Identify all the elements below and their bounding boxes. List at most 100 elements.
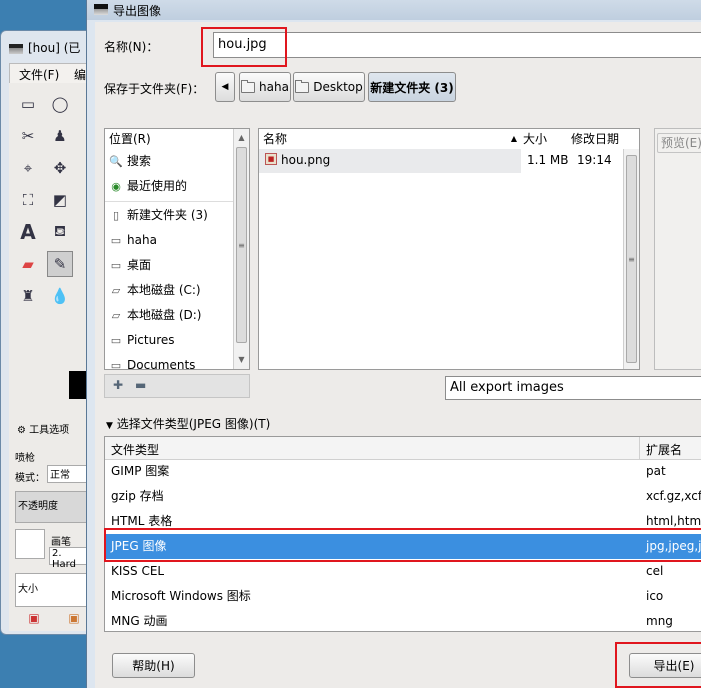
remove-bookmark-icon[interactable]: ▬ bbox=[135, 378, 146, 392]
bucket-fill-icon[interactable]: ⛾ bbox=[49, 221, 71, 243]
move-icon[interactable]: ✥ bbox=[49, 157, 71, 179]
folder-icon: ▭ bbox=[110, 334, 122, 347]
save-in-label: 保存于文件夹(F)： bbox=[104, 82, 205, 96]
files-column-name[interactable]: 名称 ▲ bbox=[259, 129, 523, 149]
place-drive-d[interactable]: ▱ 本地磁盘 (D:) bbox=[105, 303, 233, 327]
folder-icon bbox=[241, 79, 256, 93]
drive-icon: ▱ bbox=[111, 309, 121, 322]
filename-highlight bbox=[201, 27, 287, 67]
folder-icon: ▭ bbox=[110, 359, 122, 370]
scroll-up-icon[interactable]: ▲ bbox=[234, 133, 249, 142]
file-type-row[interactable]: KISS CEL cel bbox=[105, 559, 701, 584]
export-highlight bbox=[615, 642, 701, 688]
opacity-slider[interactable]: 不透明度 bbox=[15, 491, 89, 523]
rect-select-icon[interactable]: ▭ bbox=[17, 93, 39, 115]
text-tool-icon[interactable]: A bbox=[17, 220, 39, 244]
name-label: 名称(N)： bbox=[104, 40, 159, 54]
files-scrollbar[interactable]: ≡ bbox=[623, 149, 639, 369]
place-current-folder[interactable]: ▯ 新建文件夹 (3) bbox=[105, 203, 233, 227]
folder-icon bbox=[295, 79, 310, 93]
place-pictures[interactable]: ▭ Pictures bbox=[105, 328, 233, 352]
types-column-type[interactable]: 文件类型 bbox=[111, 441, 159, 458]
folder-icon: ▭ bbox=[110, 234, 122, 247]
place-haha[interactable]: ▭ haha bbox=[105, 228, 233, 252]
places-toolbar: ✚ ▬ bbox=[104, 374, 250, 398]
scissors-icon[interactable]: ✂ bbox=[17, 125, 39, 147]
tool-options-icon: ⚙ bbox=[17, 425, 26, 436]
tool-name: 喷枪 bbox=[15, 453, 35, 464]
size-slider[interactable]: 大小 bbox=[15, 573, 89, 607]
blur-icon[interactable]: 💧 bbox=[49, 285, 71, 307]
tool-options-tab[interactable]: ⚙ 工具选项 bbox=[17, 421, 69, 436]
places-scrollbar[interactable]: ▲ ≡ ▼ bbox=[233, 129, 249, 369]
file-name: hou.png bbox=[281, 153, 331, 167]
sort-asc-icon: ▲ bbox=[510, 134, 517, 143]
scroll-down-icon[interactable]: ▼ bbox=[234, 355, 249, 364]
add-bookmark-icon[interactable]: ✚ bbox=[113, 378, 123, 392]
gimp-menubar: 文件(F) 编 bbox=[9, 63, 91, 85]
menu-file[interactable]: 文件(F) bbox=[19, 66, 59, 83]
drive-icon: ▱ bbox=[111, 284, 121, 297]
rotate-icon[interactable]: ◩ bbox=[49, 189, 71, 211]
export-image-dialog: 导出图像 名称(N)： hou.jpg 保存于文件夹(F)： ◀ haha De… bbox=[86, 0, 701, 688]
dialog-title: 导出图像 bbox=[113, 4, 162, 18]
file-type-expander[interactable]: ▼ 选择文件类型(JPEG 图像)(T) bbox=[106, 415, 270, 432]
airbrush-icon[interactable]: ✎ bbox=[47, 251, 73, 277]
jpeg-row-highlight bbox=[104, 528, 701, 562]
gimp-main-window: [hou] (已 文件(F) 编 ▭ ◯ ✂ ♟ ⌖ ✥ ⛶ ◩ A ⛾ ▰ ✎… bbox=[0, 30, 96, 635]
file-size: 1.1 MB bbox=[527, 153, 569, 167]
preview-pane: 预览(E) bbox=[654, 128, 701, 370]
file-type-row[interactable]: MNG 动画 mng bbox=[105, 609, 701, 631]
eraser-icon[interactable]: ▰ bbox=[17, 253, 39, 275]
path-button-desktop[interactable]: Desktop bbox=[293, 72, 365, 102]
places-scroll-thumb[interactable]: ≡ bbox=[236, 147, 247, 343]
files-column-size[interactable]: 大小 bbox=[523, 129, 547, 149]
brush-label: 画笔 bbox=[51, 537, 71, 548]
help-button[interactable]: 帮助(H) bbox=[112, 653, 195, 678]
path-button-haha[interactable]: haha bbox=[239, 72, 291, 102]
mode-label: 模式： bbox=[15, 473, 45, 484]
brush-preview[interactable] bbox=[15, 529, 45, 559]
place-search[interactable]: 🔍 搜索 bbox=[105, 149, 233, 173]
crop-icon[interactable]: ⛶ bbox=[17, 189, 39, 211]
file-type-row[interactable]: gzip 存档xcf.gz,xcfgz bbox=[105, 484, 701, 509]
file-filter-select[interactable]: All export images bbox=[445, 376, 701, 400]
place-desktop[interactable]: ▭ 桌面 bbox=[105, 253, 233, 277]
foreground-select-icon[interactable]: ♟ bbox=[49, 125, 71, 147]
preview-toggle[interactable]: 预览(E) bbox=[657, 133, 701, 153]
expander-icon: ▼ bbox=[106, 421, 113, 431]
dialog-titlebar: 导出图像 bbox=[87, 0, 701, 20]
files-scroll-thumb[interactable]: ≡ bbox=[626, 155, 637, 363]
file-row[interactable]: ■ hou.png bbox=[259, 149, 521, 173]
path-back-button[interactable]: ◀ bbox=[215, 72, 235, 102]
brush-select[interactable]: 2. Hard bbox=[49, 547, 89, 570]
place-drive-c[interactable]: ▱ 本地磁盘 (C:) bbox=[105, 278, 233, 302]
file-modified: 19:14 bbox=[577, 153, 612, 167]
restore-options-icon[interactable]: ▣ bbox=[63, 607, 85, 629]
dialog-body: 名称(N)： hou.jpg 保存于文件夹(F)： ◀ haha Desktop… bbox=[95, 22, 701, 688]
clone-icon[interactable]: ♜ bbox=[17, 285, 39, 307]
image-file-icon: ■ bbox=[265, 153, 277, 165]
menu-edit[interactable]: 编 bbox=[74, 66, 86, 83]
path-button-current[interactable]: 新建文件夹 (3) bbox=[368, 72, 456, 102]
file-type-row[interactable]: Microsoft Windows 图标 ico bbox=[105, 584, 701, 609]
search-icon: 🔍 bbox=[109, 155, 123, 168]
ellipse-select-icon[interactable]: ◯ bbox=[49, 93, 71, 115]
places-panel: 位置(R) 🔍 搜索 ◉ 最近使用的 ▯ 新建文件夹 (3) ▭ haha ▭ 桌面 ▱ 本… bbox=[104, 128, 250, 370]
document-icon: ▯ bbox=[112, 209, 120, 222]
places-header[interactable]: 位置(R) bbox=[109, 129, 151, 149]
file-type-header: 文件类型 扩展名 bbox=[105, 437, 701, 460]
file-type-row[interactable]: GIMP 图案 pat bbox=[105, 459, 701, 484]
recent-icon: ◉ bbox=[111, 180, 121, 193]
place-recent[interactable]: ◉ 最近使用的 bbox=[105, 174, 233, 198]
place-documents[interactable]: ▭ Documents bbox=[105, 353, 233, 370]
files-column-modified[interactable]: 修改日期 bbox=[571, 129, 619, 149]
dialog-title-icon bbox=[94, 4, 108, 15]
gimp-toolbox: ▭ ◯ ✂ ♟ ⌖ ✥ ⛶ ◩ A ⛾ ▰ ✎ ♜ 💧 ⚙ 工具选项 喷枪 模式… bbox=[9, 83, 89, 631]
files-panel: 名称 ▲ 大小 修改日期 ■ hou.png 1.1 MB 19:14 ≡ bbox=[258, 128, 640, 370]
gimp-window-icon bbox=[9, 43, 23, 54]
types-column-ext[interactable]: 扩展名 bbox=[646, 441, 682, 458]
mode-select[interactable]: 正常 bbox=[47, 465, 89, 483]
paths-icon[interactable]: ⌖ bbox=[17, 157, 39, 179]
save-options-icon[interactable]: ▣ bbox=[23, 607, 45, 629]
